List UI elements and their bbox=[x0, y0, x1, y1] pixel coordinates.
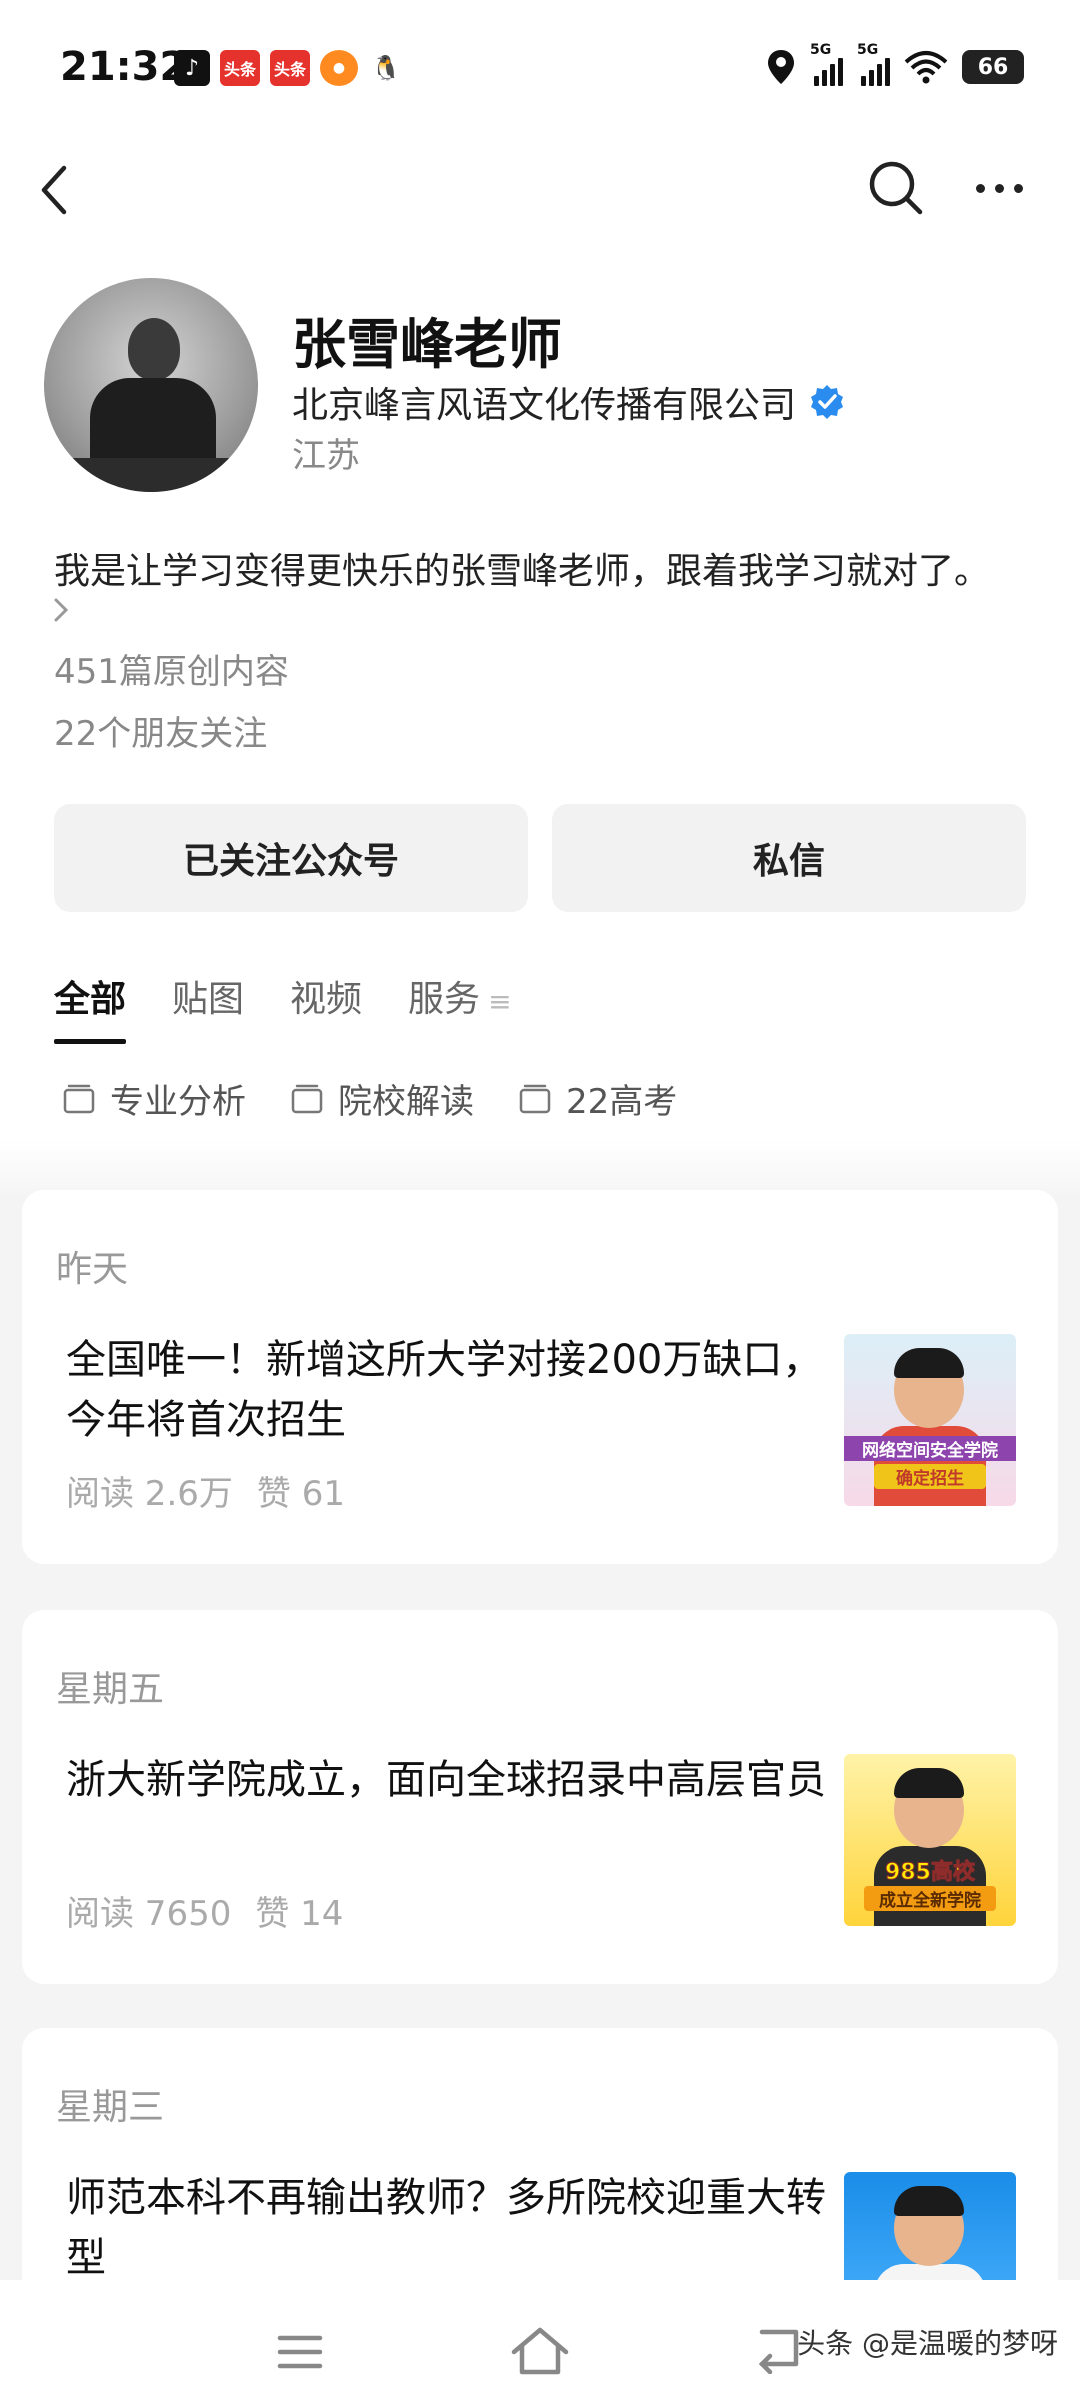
profile-name: 张雪峰老师 bbox=[292, 313, 562, 376]
tab-images[interactable]: 贴图 bbox=[172, 970, 244, 1032]
folder-icon bbox=[519, 1084, 551, 1113]
collection-label: 院校解读 bbox=[338, 1082, 474, 1122]
profile-bio: 我是让学习变得更快乐的张雪峰老师，跟着我学习就对了。 bbox=[54, 551, 991, 592]
profile-location: 江苏 bbox=[292, 436, 360, 476]
home-icon[interactable] bbox=[508, 2322, 572, 2378]
tiktok-icon: ♪ bbox=[174, 50, 210, 86]
menu-icon[interactable] bbox=[276, 2332, 324, 2372]
article-thumbnail[interactable]: 网络空间安全学院 确定招生 bbox=[844, 1334, 1016, 1506]
battery-indicator: 66 bbox=[962, 50, 1024, 84]
wifi-icon bbox=[904, 51, 948, 84]
back-arrow-icon[interactable] bbox=[34, 160, 74, 220]
status-bar: 21:32 ♪ 头条 头条 ● 🐧 5G 5G 66 bbox=[0, 0, 1080, 140]
thumbnail-caption: 网络空间安全学院 bbox=[844, 1436, 1016, 1461]
collection-item[interactable]: 专业分析 bbox=[62, 1074, 246, 1123]
followed-button[interactable]: 已关注公众号 bbox=[54, 804, 528, 912]
thumbnail-caption: 成立全新学院 bbox=[864, 1886, 996, 1911]
folder-icon bbox=[291, 1084, 323, 1113]
verified-badge-icon bbox=[811, 385, 844, 419]
article-thumbnail[interactable]: 985高校 成立全新学院 bbox=[844, 1754, 1016, 1926]
article-reads: 阅读 7650 bbox=[66, 1894, 232, 1934]
article-likes: 赞 61 bbox=[256, 1474, 345, 1514]
search-icon[interactable] bbox=[866, 158, 926, 218]
tab-services[interactable]: 服务 ≡ bbox=[408, 970, 511, 1032]
tab-all[interactable]: 全部 bbox=[54, 970, 127, 1044]
collection-item[interactable]: 22高考 bbox=[518, 1074, 677, 1123]
avatar[interactable] bbox=[44, 278, 258, 492]
article-date: 星期五 bbox=[56, 1669, 165, 1710]
article-likes: 赞 14 bbox=[255, 1894, 344, 1934]
collection-label: 22高考 bbox=[566, 1082, 678, 1122]
article-date: 星期三 bbox=[56, 2087, 165, 2128]
toutiao-icon: 头条 bbox=[220, 50, 260, 86]
folder-icon bbox=[63, 1084, 95, 1113]
notification-icons: ♪ 头条 头条 ● 🐧 bbox=[174, 50, 404, 86]
collection-item[interactable]: 院校解读 bbox=[290, 1074, 474, 1123]
menu-lines-icon: ≡ bbox=[488, 985, 512, 1018]
article-card[interactable]: 昨天 全国唯一！新增这所大学对接200万缺口，今年将首次招生 阅读 2.6万 赞… bbox=[22, 1190, 1058, 1564]
thumbnail-caption: 985高校 bbox=[885, 1860, 976, 1886]
article-reads: 阅读 2.6万 bbox=[66, 1474, 233, 1514]
article-card[interactable]: 星期五 浙大新学院成立，面向全球招录中高层官员 阅读 7650 赞 14 985… bbox=[22, 1610, 1058, 1984]
qq-icon: 🐧 bbox=[368, 50, 404, 86]
article-title[interactable]: 浙大新学院成立，面向全球招录中高层官员 bbox=[66, 1750, 826, 1810]
status-indicators: 5G 5G 66 bbox=[766, 42, 1024, 86]
signal-icon: 5G bbox=[857, 42, 890, 86]
original-count[interactable]: 451篇原创内容 bbox=[54, 644, 289, 693]
chevron-right-icon[interactable] bbox=[50, 592, 74, 628]
message-button[interactable]: 私信 bbox=[552, 804, 1026, 912]
friends-following[interactable]: 22个朋友关注 bbox=[54, 706, 267, 755]
content-tabs: 全部 贴图 视频 服务 ≡ bbox=[54, 970, 512, 1044]
article-date: 昨天 bbox=[56, 1249, 129, 1290]
collection-label: 专业分析 bbox=[110, 1082, 246, 1122]
tab-services-label: 服务 bbox=[408, 979, 481, 1020]
article-title[interactable]: 全国唯一！新增这所大学对接200万缺口，今年将首次招生 bbox=[66, 1330, 826, 1450]
tab-videos[interactable]: 视频 bbox=[290, 970, 362, 1032]
watermark: 头条 @是温暖的梦呀 bbox=[797, 2327, 1058, 2360]
collections-row: 专业分析 院校解读 22高考 bbox=[62, 1074, 677, 1123]
orange-app-icon: ● bbox=[320, 50, 358, 86]
article-title[interactable]: 师范本科不再输出教师？多所院校迎重大转型 bbox=[66, 2168, 826, 2288]
more-dots-icon[interactable] bbox=[976, 176, 1032, 200]
article-meta: 阅读 7650 赞 14 bbox=[66, 1886, 343, 1935]
article-meta: 阅读 2.6万 赞 61 bbox=[66, 1466, 345, 1515]
signal-icon: 5G bbox=[810, 42, 843, 86]
location-icon bbox=[768, 50, 794, 84]
thumbnail-caption: 确定招生 bbox=[874, 1464, 986, 1489]
toutiao-icon: 头条 bbox=[270, 50, 310, 86]
profile-organization: 北京峰言风语文化传播有限公司 bbox=[292, 376, 846, 428]
status-time: 21:32 bbox=[60, 44, 188, 90]
organization-label: 北京峰言风语文化传播有限公司 bbox=[292, 385, 797, 426]
